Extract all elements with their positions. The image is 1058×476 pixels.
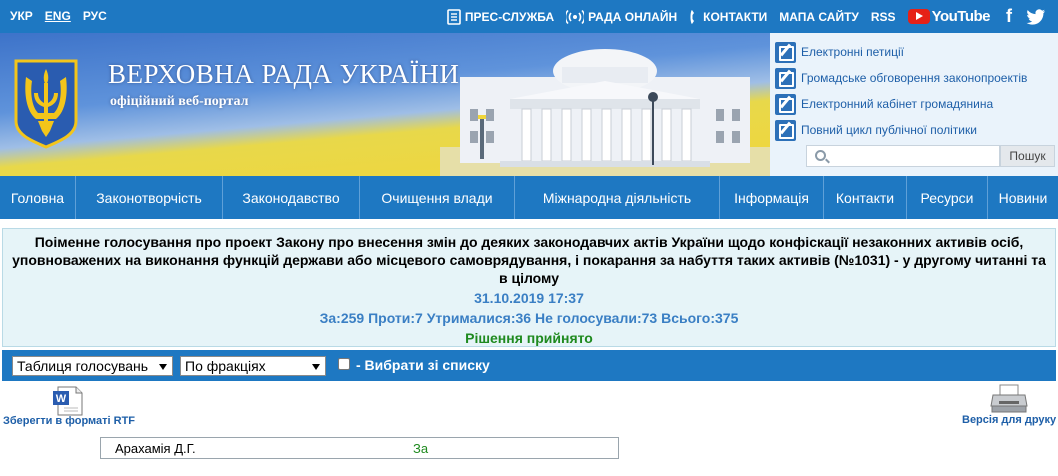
lang-ukr-link[interactable]: УКР bbox=[10, 9, 33, 23]
search-icon bbox=[815, 150, 826, 161]
vote-decision: Рішення прийнято bbox=[465, 330, 593, 346]
youtube-link[interactable]: YouTube bbox=[907, 8, 991, 25]
search-input[interactable] bbox=[806, 145, 1000, 167]
nav-lustration[interactable]: Очищення влади bbox=[360, 176, 515, 219]
nav-home[interactable]: Головна bbox=[0, 176, 76, 219]
e-petitions-link[interactable]: Електронні петиції bbox=[775, 39, 1055, 65]
public-policy-link[interactable]: Повний цикл публічної політики bbox=[775, 117, 1055, 143]
facebook-icon[interactable]: f bbox=[1006, 6, 1012, 27]
filter-bar: Таблиця голосувань По фракціях - Вибрати… bbox=[2, 350, 1056, 381]
view-select-value: Таблиця голосувань bbox=[17, 358, 149, 374]
citizen-cabinet-link[interactable]: Електронний кабінет громадянина bbox=[775, 91, 1055, 117]
word-document-icon[interactable]: W bbox=[52, 386, 84, 416]
rss-label: RSS bbox=[870, 9, 896, 24]
main-nav: Головна Законотворчість Законодавство Оч… bbox=[0, 176, 1058, 219]
vote-title: Поіменне голосування про проект Закону п… bbox=[12, 234, 1046, 286]
table-row: Арахамія Д.Г. За bbox=[101, 438, 618, 458]
parliament-building-image bbox=[440, 49, 770, 176]
save-rtf-link[interactable]: Зберегти в форматі RTF bbox=[3, 415, 135, 427]
broadcast-icon bbox=[566, 9, 585, 24]
newspaper-icon bbox=[447, 8, 461, 25]
contacts-link[interactable]: КОНТАКТИ bbox=[689, 9, 767, 25]
nav-news[interactable]: Новини bbox=[988, 176, 1058, 219]
search-button[interactable]: Пошук bbox=[1000, 145, 1055, 167]
language-switcher: УКР ENG РУС bbox=[10, 9, 107, 23]
group-select-value: По фракціях bbox=[185, 358, 266, 374]
deputy-name[interactable]: Арахамія Д.Г. bbox=[101, 441, 413, 456]
vote-summary: Поіменне голосування про проект Закону п… bbox=[2, 228, 1056, 347]
public-discussion-label: Громадське обговорення законопроектів bbox=[801, 71, 1028, 85]
nav-international[interactable]: Міжнародна діяльність bbox=[515, 176, 720, 219]
edit-icon bbox=[775, 93, 796, 115]
sitemap-link[interactable]: МАПА САЙТУ bbox=[779, 10, 859, 24]
deputy-vote: За bbox=[413, 440, 429, 456]
nav-information[interactable]: Інформація bbox=[720, 176, 824, 219]
chevron-down-icon bbox=[159, 364, 167, 370]
print-version-link[interactable]: Версія для друку bbox=[962, 414, 1056, 426]
printer-icon[interactable] bbox=[990, 384, 1028, 414]
nav-resources[interactable]: Ресурси bbox=[907, 176, 988, 219]
header-banner: ВЕРХОВНА РАДА УКРАЇНИ офіційний веб-порт… bbox=[0, 33, 1058, 176]
vote-results: За:259 Проти:7 Утрималися:36 Не голосува… bbox=[319, 310, 739, 326]
youtube-icon bbox=[907, 9, 930, 24]
nav-lawmaking[interactable]: Законотворчість bbox=[76, 176, 223, 219]
rada-online-label: РАДА ОНЛАЙН bbox=[588, 9, 678, 24]
rada-online-link[interactable]: РАДА ОНЛАЙН bbox=[566, 9, 677, 25]
e-petitions-label: Електронні петиції bbox=[801, 45, 905, 59]
vote-table: Арахамія Д.Г. За bbox=[100, 437, 619, 459]
lang-rus-link[interactable]: РУС bbox=[83, 9, 107, 23]
edit-icon bbox=[775, 119, 796, 141]
select-from-list-checkbox[interactable] bbox=[338, 358, 350, 370]
youtube-label: YouTube bbox=[931, 8, 991, 25]
edit-icon bbox=[775, 67, 796, 89]
select-from-list-label: - Вибрати зі списку bbox=[356, 357, 490, 373]
top-bar: УКР ENG РУС ПРЕС-СЛУЖБА РАДА ОНЛАЙН КОНТ… bbox=[0, 0, 1058, 33]
trident-emblem-icon[interactable] bbox=[14, 59, 78, 149]
public-policy-label: Повний цикл публічної політики bbox=[801, 123, 977, 137]
svg-text:W: W bbox=[56, 393, 67, 405]
rss-link[interactable]: RSS bbox=[871, 10, 896, 24]
site-subtitle: офіційний веб-портал bbox=[110, 94, 249, 109]
lang-eng-link[interactable]: ENG bbox=[45, 9, 71, 23]
contacts-label: КОНТАКТИ bbox=[703, 9, 768, 24]
flag-banner: ВЕРХОВНА РАДА УКРАЇНИ офіційний веб-порт… bbox=[0, 33, 770, 176]
twitter-icon[interactable] bbox=[1026, 8, 1046, 25]
edit-icon bbox=[775, 41, 796, 63]
press-service-label: ПРЕС-СЛУЖБА bbox=[464, 9, 555, 24]
group-select[interactable]: По фракціях bbox=[180, 356, 326, 376]
vote-datetime: 31.10.2019 17:37 bbox=[474, 290, 584, 306]
chevron-down-icon bbox=[312, 364, 320, 370]
top-links: ПРЕС-СЛУЖБА РАДА ОНЛАЙН КОНТАКТИ МАПА СА… bbox=[435, 6, 1046, 27]
sitemap-label: МАПА САЙТУ bbox=[779, 9, 859, 24]
side-links: Електронні петиції Громадське обговоренн… bbox=[775, 39, 1055, 143]
site-title[interactable]: ВЕРХОВНА РАДА УКРАЇНИ bbox=[108, 59, 459, 90]
citizen-cabinet-label: Електронний кабінет громадянина bbox=[801, 97, 994, 111]
nav-legislation[interactable]: Законодавство bbox=[223, 176, 360, 219]
public-discussion-link[interactable]: Громадське обговорення законопроектів bbox=[775, 65, 1055, 91]
press-service-link[interactable]: ПРЕС-СЛУЖБА bbox=[447, 8, 555, 25]
view-select[interactable]: Таблиця голосувань bbox=[12, 356, 173, 376]
phone-icon bbox=[690, 9, 695, 24]
nav-contacts[interactable]: Контакти bbox=[824, 176, 907, 219]
